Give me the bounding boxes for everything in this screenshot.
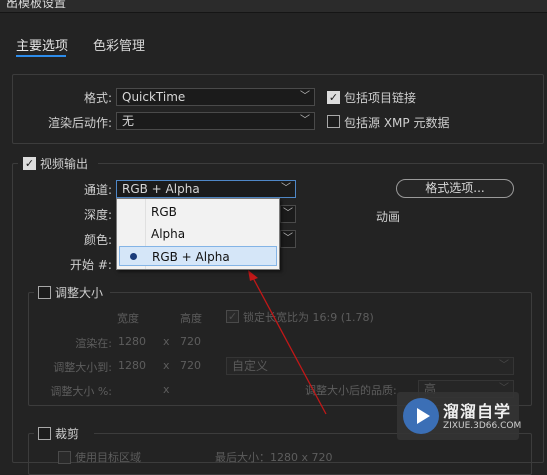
menu-item-alpha[interactable]: Alpha	[119, 224, 277, 244]
play-logo-icon	[403, 398, 439, 434]
menu-item-label: RGB + Alpha	[152, 250, 230, 264]
menu-item-rgb-alpha[interactable]: RGB + Alpha	[119, 246, 277, 266]
menu-item-label: RGB	[151, 205, 177, 219]
play-icon	[417, 408, 430, 424]
menu-item-rgb[interactable]: RGB	[119, 202, 277, 222]
menu-item-label: Alpha	[151, 227, 186, 241]
channel-dropdown-menu: RGB Alpha RGB + Alpha	[116, 198, 280, 270]
watermark-title: 溜溜自学	[443, 402, 512, 421]
radio-dot-icon	[130, 253, 137, 260]
watermark-url: ZIXUE.3D66.COM	[443, 421, 522, 431]
watermark-logo: 溜溜自学 ZIXUE.3D66.COM	[397, 392, 522, 440]
